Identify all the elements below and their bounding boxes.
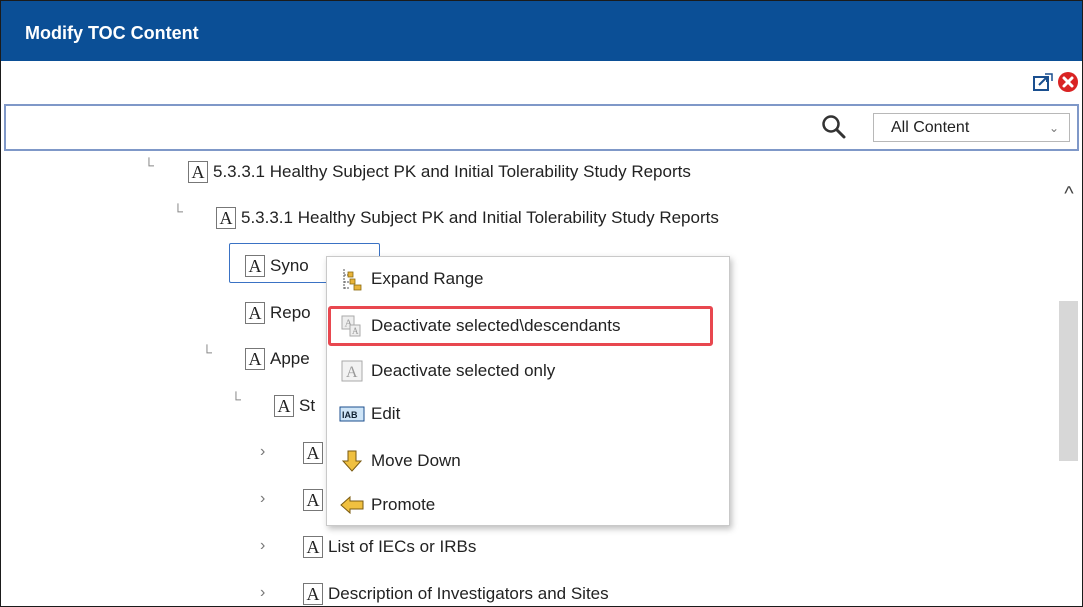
deactivate-icon: A — [339, 358, 365, 384]
edit-icon: IAB — [339, 401, 365, 427]
menu-item-edit[interactable]: IAB Edit — [339, 394, 400, 434]
context-menu: Expand Range A A Deactivate selected\des… — [326, 256, 730, 526]
menu-item-label: Move Down — [371, 451, 461, 470]
expand-arrow-icon[interactable]: › — [260, 584, 265, 602]
dialog-title: Modify TOC Content — [25, 23, 199, 43]
tree-node[interactable]: A 5.3.3.1 Healthy Subject PK and Initial… — [216, 203, 719, 233]
tree-node[interactable]: A 5.3.3.1 Healthy Subject PK and Initial… — [188, 157, 691, 187]
node-type-icon: A — [188, 161, 208, 183]
menu-item-label: Deactivate selected only — [371, 361, 556, 380]
svg-text:IAB: IAB — [342, 410, 358, 420]
node-type-icon: A — [303, 583, 323, 605]
menu-item-promote[interactable]: Promote — [339, 485, 435, 525]
search-icon[interactable] — [821, 114, 847, 140]
search-input[interactable] — [14, 112, 808, 144]
tree-node-label: 5.3.3.1 Healthy Subject PK and Initial T… — [213, 162, 691, 181]
export-icon[interactable] — [1032, 71, 1054, 93]
collapse-icon[interactable]: └ — [202, 344, 212, 360]
modify-toc-dialog: Modify TOC Content All Content ⌄ └ A 5.3… — [0, 0, 1083, 607]
node-type-icon: A — [216, 207, 236, 229]
node-type-icon: A — [274, 395, 294, 417]
node-type-icon: A — [303, 489, 323, 511]
close-icon[interactable] — [1057, 71, 1079, 93]
tree-node[interactable]: A St — [274, 391, 315, 421]
expand-arrow-icon[interactable]: › — [260, 537, 265, 555]
collapse-icon[interactable]: └ — [231, 391, 241, 407]
tree-node-label: Appe — [270, 349, 310, 368]
node-type-icon: A — [245, 302, 265, 324]
promote-icon — [339, 492, 365, 518]
menu-item-label: Expand Range — [371, 269, 484, 288]
node-type-icon: A — [303, 442, 323, 464]
chevron-down-icon: ⌄ — [1048, 121, 1059, 135]
tree-node-label: St — [299, 396, 316, 415]
tree-node-label: Description of Investigators and Sites — [328, 584, 609, 603]
scrollbar-thumb[interactable] — [1059, 301, 1078, 461]
menu-item-expand-range[interactable]: Expand Range — [339, 259, 483, 299]
menu-item-label: Promote — [371, 495, 436, 514]
highlight-box — [328, 306, 713, 346]
tree-node-label: Repo — [270, 303, 311, 322]
expand-range-icon — [339, 266, 365, 292]
tree-node[interactable]: A Description of Investigators and Sites — [303, 579, 609, 606]
menu-item-label: Edit — [371, 404, 401, 423]
tree-node[interactable]: A — [303, 438, 328, 468]
expand-arrow-icon[interactable]: › — [260, 443, 265, 461]
tree-node[interactable]: A — [303, 485, 328, 515]
tree-node[interactable]: A Repo — [245, 298, 311, 328]
expand-arrow-icon[interactable]: › — [260, 490, 265, 508]
title-bar: Modify TOC Content — [1, 1, 1082, 61]
collapse-icon[interactable]: └ — [144, 157, 154, 173]
tree-node[interactable]: A List of IECs or IRBs — [303, 532, 476, 562]
content-filter-value: All Content — [891, 119, 970, 136]
move-down-icon — [339, 448, 365, 474]
svg-text:A: A — [346, 364, 358, 381]
node-type-icon: A — [245, 348, 265, 370]
toolbar — [1, 61, 1082, 103]
node-type-icon: A — [303, 536, 323, 558]
tree-node[interactable]: A Appe — [245, 344, 310, 374]
collapse-icon[interactable]: └ — [173, 203, 183, 219]
tree-node-label: 5.3.3.1 Healthy Subject PK and Initial T… — [241, 208, 719, 227]
scroll-up-icon[interactable]: ^ — [1058, 183, 1080, 205]
tree-node-label: List of IECs or IRBs — [328, 537, 477, 556]
content-filter-select[interactable]: All Content ⌄ — [873, 113, 1070, 142]
search-bar: All Content ⌄ — [4, 104, 1079, 151]
menu-item-move-down[interactable]: Move Down — [339, 441, 461, 481]
menu-item-deactivate-selected-only[interactable]: A Deactivate selected only — [339, 351, 555, 391]
